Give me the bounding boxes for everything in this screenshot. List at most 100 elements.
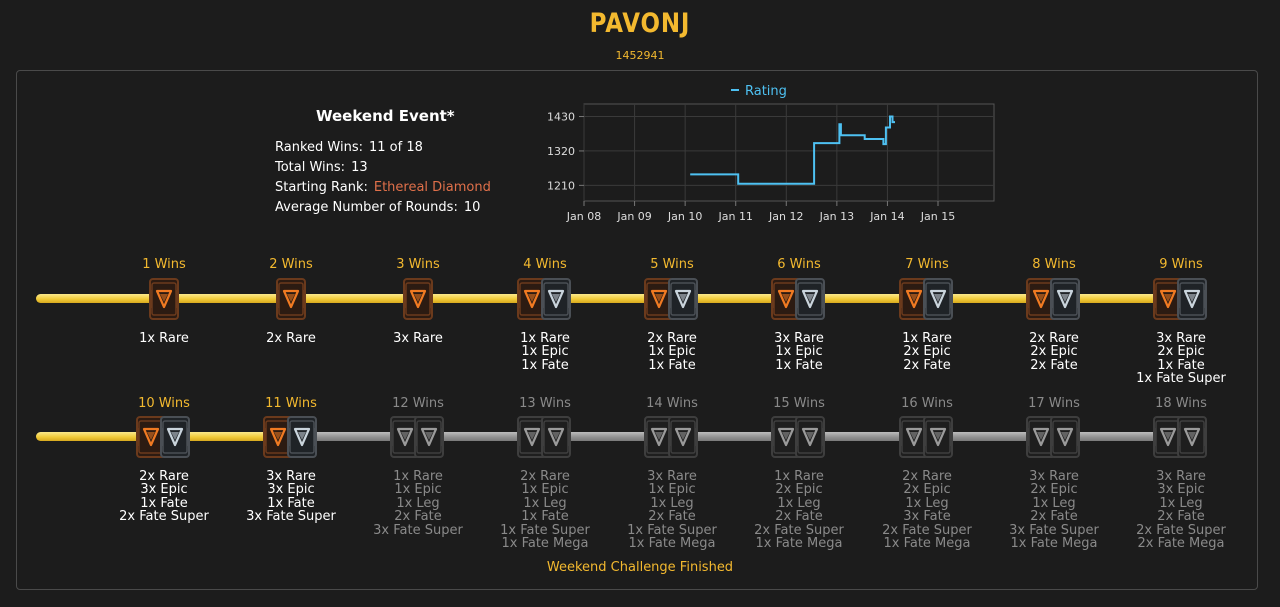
reward-line: 1x Epic: [648, 344, 696, 360]
tier-label: 8 Wins: [1032, 257, 1076, 272]
reward-line: 3x Fate Super: [1009, 522, 1099, 538]
legend-label: Rating: [745, 84, 787, 99]
reward-line: 1x Rare: [774, 469, 824, 484]
tier-rewards: 3x Rare 1x Epic 1x Leg 2x Fate 1x Fate Super…: [602, 469, 742, 551]
tier-label: 6 Wins: [777, 257, 821, 272]
progress-bar-segment: [164, 294, 291, 303]
reward-crate[interactable]: [390, 414, 448, 460]
reward-crate[interactable]: [1153, 276, 1211, 322]
locked-crate-icon: [1050, 416, 1080, 458]
x-tick-label: Jan 13: [819, 210, 854, 223]
stat-value: 11 of 18: [368, 140, 423, 155]
reward-line: 2x Epic: [1030, 482, 1078, 498]
tier-rewards: 1x Rare: [94, 331, 234, 346]
reward-line: 2x Rare: [520, 469, 570, 484]
stat-label: Starting Rank:: [275, 180, 368, 195]
reward-crate[interactable]: [1026, 276, 1084, 322]
tier-label: 4 Wins: [523, 257, 567, 272]
x-tick-label: Jan 14: [869, 210, 904, 223]
locked-crate-icon: [923, 416, 953, 458]
epic-crate-icon: [287, 416, 317, 458]
locked-crate-icon: [668, 416, 698, 458]
reward-crate[interactable]: [276, 276, 306, 322]
reward-crate[interactable]: [517, 276, 575, 322]
stat-value: 10: [463, 200, 481, 215]
tier-label: 12 Wins: [392, 396, 444, 411]
reward-crate[interactable]: [1026, 414, 1084, 460]
progress-bar-segment: [36, 294, 164, 303]
tier-label: 17 Wins: [1028, 396, 1080, 411]
reward-line: 1x Epic: [521, 482, 569, 498]
reward-line: 2x Epic: [1157, 344, 1205, 360]
reward-line: 2x Rare: [266, 331, 316, 346]
reward-line: 2x Fate Super: [1136, 522, 1226, 538]
reward-line: 3x Epic: [140, 482, 188, 498]
tier-label: 15 Wins: [773, 396, 825, 411]
reward-line: 1x Fate Mega: [501, 536, 589, 552]
epic-crate-icon: [795, 278, 825, 320]
reward-line: 1x Rare: [520, 331, 570, 346]
reward-crate[interactable]: [644, 276, 702, 322]
event-title: Weekend Event*: [316, 107, 455, 125]
reward-crate[interactable]: [899, 414, 957, 460]
reward-line: 1x Fate Super: [500, 522, 590, 538]
reward-line: 1x Fate Mega: [1010, 536, 1098, 552]
y-tick-label: 1320: [547, 145, 575, 158]
reward-crate[interactable]: [1153, 414, 1211, 460]
tier-rewards: 2x Rare 2x Epic 2x Fate: [984, 332, 1124, 373]
reward-crate[interactable]: [644, 414, 702, 460]
reward-line: 1x Fate: [140, 495, 188, 511]
reward-crate[interactable]: [263, 414, 321, 460]
reward-line: 3x Rare: [647, 469, 697, 484]
reward-crate[interactable]: [517, 414, 575, 460]
reward-line: 1x Leg: [523, 495, 567, 511]
reward-crate[interactable]: [136, 414, 194, 460]
reward-line: 1x Leg: [1032, 495, 1076, 511]
reward-line: 1x Rare: [139, 331, 189, 346]
locked-crate-icon: [541, 416, 571, 458]
tier-rewards: 2x Rare 2x Epic 1x Leg 3x Fate 2x Fate Super…: [857, 470, 997, 551]
reward-line: 2x Rare: [139, 469, 189, 484]
plot-frame: [583, 103, 995, 202]
locked-crate-icon: [414, 416, 444, 458]
epic-crate-icon: [1177, 278, 1207, 320]
reward-line: 3x Fate Super: [246, 509, 336, 525]
y-tick-label: 1210: [547, 179, 575, 192]
epic-crate-icon: [1050, 278, 1080, 320]
reward-line: 3x Fate: [903, 509, 951, 525]
x-tick-label: Jan 12: [768, 210, 803, 223]
reward-line: 2x Fate: [1157, 509, 1205, 525]
tier-rewards: 2x Rare 1x Epic 1x Leg 1x Fate 1x Fate Super…: [475, 469, 615, 552]
reward-crate[interactable]: [149, 276, 179, 322]
reward-line: 1x Fate: [775, 357, 823, 373]
reward-line: 2x Fate Super: [882, 522, 972, 538]
reward-line: 2x Fate: [648, 509, 696, 525]
reward-line: 3x Rare: [774, 331, 824, 346]
reward-line: 2x Epic: [903, 482, 951, 498]
tier-label: 7 Wins: [905, 257, 949, 272]
reward-line: 1x Leg: [396, 495, 440, 511]
reward-line: 2x Fate: [1030, 357, 1078, 373]
reward-crate[interactable]: [403, 276, 433, 322]
tier-rewards: 3x Rare 2x Epic 1x Leg 2x Fate 3x Fate Super…: [984, 470, 1124, 552]
reward-crate[interactable]: [771, 414, 829, 460]
reward-line: 2x Fate Mega: [1137, 536, 1225, 552]
reward-line: 1x Fate Super: [627, 522, 717, 538]
rare-crate-icon: [149, 278, 179, 320]
epic-crate-icon: [541, 278, 571, 320]
reward-line: 2x Fate: [775, 509, 823, 525]
reward-crate[interactable]: [771, 276, 829, 322]
reward-crate[interactable]: [899, 276, 957, 322]
reward-line: 2x Epic: [775, 482, 823, 498]
reward-line: 1x Epic: [394, 482, 442, 498]
rating-series-line: [690, 115, 895, 185]
tier-label: 16 Wins: [901, 396, 953, 411]
reward-line: 2x Epic: [903, 344, 951, 360]
tier-rewards: 1x Rare 2x Epic 1x Leg 2x Fate 2x Fate Super…: [729, 469, 869, 551]
tier-label: 10 Wins: [138, 396, 190, 411]
reward-line: 1x Leg: [777, 495, 821, 511]
reward-line: 1x Epic: [648, 482, 696, 498]
reward-line: 2x Fate: [903, 357, 951, 373]
stat-label: Total Wins:: [275, 160, 346, 175]
tier-label: 3 Wins: [396, 257, 440, 272]
